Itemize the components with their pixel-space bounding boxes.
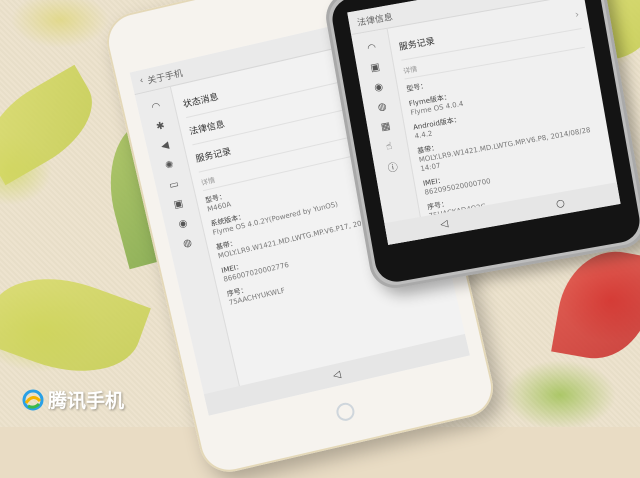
globe-icon[interactable]: ◍ (180, 236, 194, 250)
menu-item-label: 法律信息 (356, 12, 394, 29)
screen-title: 关于手机 (146, 68, 184, 87)
volume-icon[interactable]: ◀ (158, 138, 172, 152)
menu-item-label: 状态消息 (182, 92, 220, 111)
home-nav-icon[interactable]: ○ (555, 197, 566, 209)
watermark: 腾讯手机 (22, 386, 124, 413)
home-button[interactable] (334, 401, 357, 423)
info-icon[interactable]: ⓘ (386, 159, 400, 175)
privacy-icon[interactable]: ◉ (372, 80, 386, 94)
watermark-text: 腾讯手机 (48, 390, 125, 412)
display-icon[interactable]: ▭ (167, 177, 181, 191)
hand-icon[interactable]: ☝ (382, 139, 396, 153)
black-phone: 法律信息 ◠ ▣ ◉ ◍ ▦ ☝ ⓘ 服务记录 › 详情 型号： Flyme版本… (322, 0, 640, 293)
globe-icon[interactable]: ◍ (375, 100, 389, 114)
brightness-icon[interactable]: ✺ (162, 158, 176, 172)
lock-icon[interactable]: ▣ (171, 197, 185, 211)
wifi-icon[interactable]: ◠ (149, 99, 163, 113)
back-icon[interactable]: ‹ (139, 76, 145, 87)
wifi-icon[interactable]: ◠ (365, 41, 379, 55)
back-nav-icon[interactable]: ◁ (439, 218, 448, 230)
privacy-icon[interactable]: ◉ (176, 216, 190, 230)
black-phone-screen: 法律信息 ◠ ▣ ◉ ◍ ▦ ☝ ⓘ 服务记录 › 详情 型号： Flyme版本… (347, 0, 621, 245)
menu-item-label: 服务记录 (194, 147, 233, 165)
menu-item-label: 服务记录 (398, 36, 436, 53)
menu-item-label: 法律信息 (188, 119, 226, 138)
bluetooth-icon[interactable]: ✱ (153, 119, 167, 133)
lock-icon[interactable]: ▣ (368, 60, 382, 74)
back-nav-icon[interactable]: ◁ (332, 369, 342, 381)
grid-icon[interactable]: ▦ (379, 120, 393, 134)
chevron-right-icon: › (574, 9, 581, 21)
tencent-logo-icon (22, 389, 44, 410)
